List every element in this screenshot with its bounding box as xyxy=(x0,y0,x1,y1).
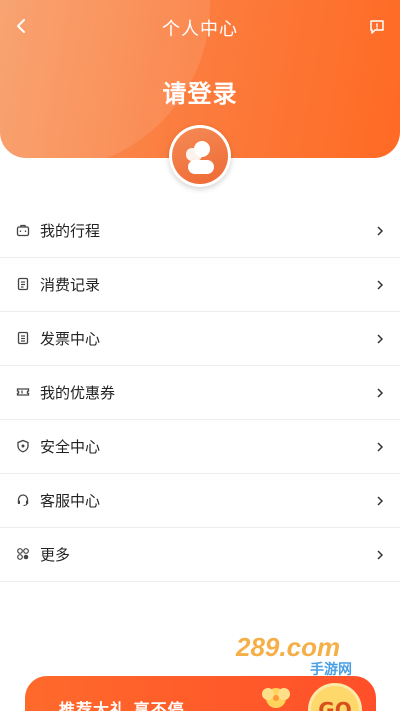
user-icon xyxy=(186,141,214,174)
menu-item-label: 消费记录 xyxy=(40,276,101,294)
grid-icon xyxy=(17,548,29,560)
page-title: 个人中心 xyxy=(162,19,238,40)
profile-page: 个人中心 请登录 我的行程 消费记录 发票中心 我的优惠券 安全中心 客服中心 … xyxy=(0,0,400,711)
menu-item-security[interactable]: 安全中心 xyxy=(0,420,400,474)
promo-banner[interactable]: 推荐大礼 享不停 GO xyxy=(25,676,376,711)
chevron-right-icon xyxy=(377,280,384,290)
message-button[interactable] xyxy=(366,16,388,38)
avatar[interactable] xyxy=(169,125,231,187)
menu-item-invoice[interactable]: 发票中心 xyxy=(0,312,400,366)
coupon-icon xyxy=(16,388,30,396)
menu-item-label: 安全中心 xyxy=(40,438,101,456)
chevron-right-icon xyxy=(377,334,384,344)
menu-item-records[interactable]: 消费记录 xyxy=(0,258,400,312)
chevron-right-icon xyxy=(377,388,384,398)
chevron-right-icon xyxy=(377,496,384,506)
message-icon xyxy=(370,20,384,34)
go-button-label: GO xyxy=(318,698,352,711)
headset-icon xyxy=(17,494,29,507)
chevron-right-icon xyxy=(377,226,384,236)
banner-text: 推荐大礼 享不停 xyxy=(59,700,185,711)
shield-icon xyxy=(17,439,29,453)
menu-item-label: 更多 xyxy=(40,546,71,564)
menu-item-label: 我的优惠券 xyxy=(40,384,116,402)
menu-item-label: 客服中心 xyxy=(40,492,101,510)
menu-list: 我的行程 消费记录 发票中心 我的优惠券 安全中心 客服中心 更多 xyxy=(0,204,400,582)
menu-item-service[interactable]: 客服中心 xyxy=(0,474,400,528)
login-prompt[interactable]: 请登录 xyxy=(0,74,400,109)
menu-item-trips[interactable]: 我的行程 xyxy=(0,204,400,258)
watermark-sub: 手游网 xyxy=(310,661,352,678)
briefcase-icon xyxy=(16,224,30,237)
menu-item-more[interactable]: 更多 xyxy=(0,528,400,582)
avatar-image xyxy=(172,128,228,184)
invoice-icon xyxy=(17,331,29,345)
menu-item-coupons[interactable]: 我的优惠券 xyxy=(0,366,400,420)
menu-item-label: 我的行程 xyxy=(40,222,101,240)
chevron-right-icon xyxy=(377,442,384,452)
receipt-icon xyxy=(17,277,29,291)
top-bar: 个人中心 xyxy=(0,8,400,44)
menu-item-label: 发票中心 xyxy=(40,330,101,348)
go-button[interactable]: GO xyxy=(308,683,362,711)
chevron-right-icon xyxy=(377,550,384,560)
gift-icon xyxy=(262,688,290,708)
watermark-brand: 289.com xyxy=(235,632,340,662)
watermark-logo: 289.com 手游网 xyxy=(235,632,352,678)
